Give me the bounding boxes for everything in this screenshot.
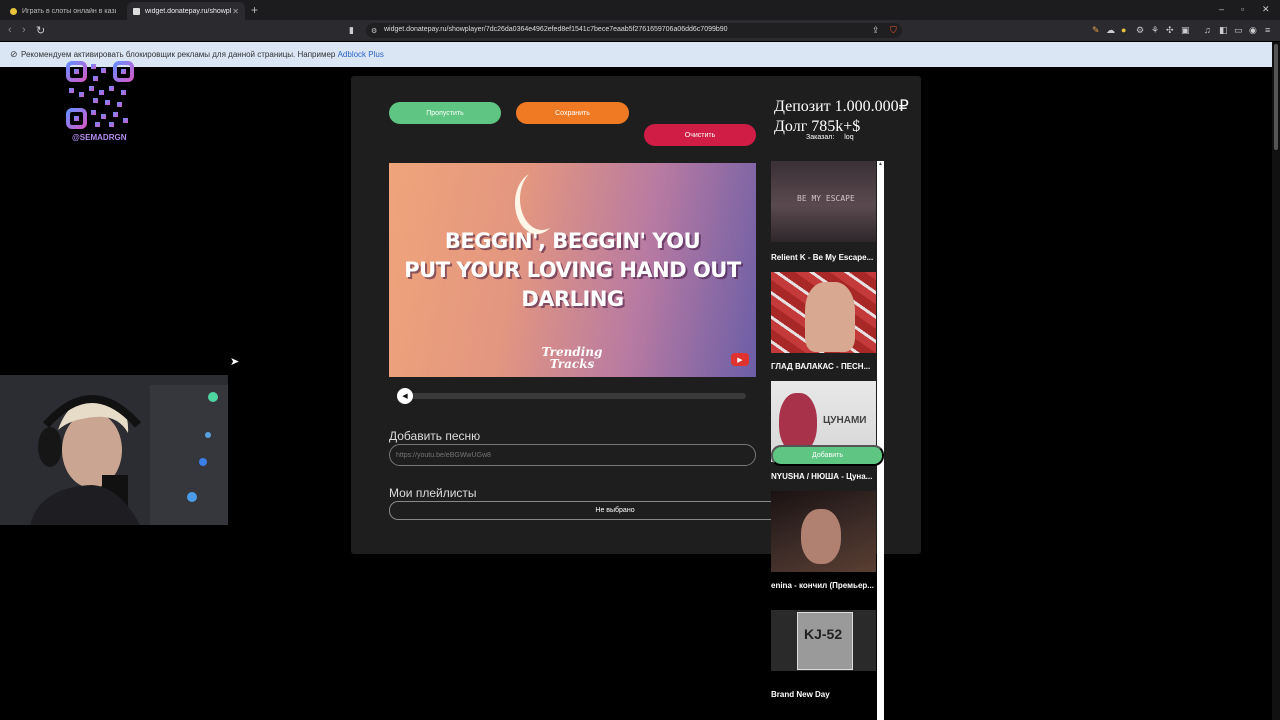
mouse-cursor-icon: ➤ bbox=[230, 356, 240, 368]
music-icon[interactable]: ♫ bbox=[1204, 25, 1211, 35]
suggestion-thumbnail bbox=[771, 272, 876, 353]
tab-widget[interactable]: widget.donatepay.ru/showpl ✕ bbox=[127, 2, 245, 20]
webcam-feed bbox=[0, 375, 228, 525]
qr-label: @SEMADRGN bbox=[72, 133, 127, 142]
adblock-infobar: ⊘ Рекомендуем активировать блокировщик р… bbox=[0, 42, 1272, 67]
suggestion-title[interactable]: Brand New Day bbox=[771, 690, 877, 699]
youtube-play-icon[interactable]: ▶ bbox=[731, 353, 749, 366]
save-button[interactable]: Сохранить bbox=[516, 102, 629, 124]
extension-icon[interactable]: ● bbox=[1121, 25, 1126, 35]
share-icon[interactable]: ⇪ bbox=[872, 25, 880, 36]
adblock-link[interactable]: Adblock Plus bbox=[338, 50, 384, 59]
thumb-text: BE MY ESCAPE bbox=[797, 194, 855, 203]
ordered-user: loq bbox=[844, 134, 854, 141]
ordered-by: Заказал: loq bbox=[806, 134, 854, 141]
deposit-text: Депозит 1.000.000₽ bbox=[774, 98, 909, 115]
scroll-up-icon[interactable]: ▲ bbox=[878, 161, 883, 167]
thumb-text: ЦУНАМИ bbox=[823, 415, 867, 426]
ordered-label: Заказал: bbox=[806, 134, 835, 141]
infobar-message: Рекомендуем активировать блокировщик рек… bbox=[21, 50, 338, 59]
extension-icon[interactable]: ✎ bbox=[1092, 25, 1100, 36]
minimize-button[interactable]: – bbox=[1219, 4, 1224, 14]
tab-casino[interactable]: Играть в слоты онлайн в казино Дэ bbox=[4, 2, 122, 20]
suggestion-title[interactable]: enina - кончил (Премьер... bbox=[771, 581, 877, 590]
suggestion-item[interactable] bbox=[771, 491, 876, 572]
forward-icon[interactable]: › bbox=[22, 24, 26, 36]
suggestions-scrollbar[interactable]: ▲ bbox=[877, 161, 884, 720]
menu-icon[interactable]: ≡ bbox=[1265, 25, 1270, 35]
extension-icon[interactable]: ⚘ bbox=[1151, 25, 1159, 36]
brand-line: Tracks bbox=[549, 357, 595, 371]
suggestion-thumbnail: KJ-52 bbox=[771, 610, 876, 671]
suggestion-title[interactable]: ГЛАД ВАЛАКАС - ПЕСН... bbox=[771, 362, 877, 371]
site-info-icon[interactable]: ⚙ bbox=[371, 27, 377, 35]
back-icon[interactable]: ‹ bbox=[8, 24, 12, 36]
brave-shield-icon[interactable]: ⛉ bbox=[890, 25, 897, 36]
page-scrollbar-thumb[interactable] bbox=[1274, 44, 1278, 150]
skip-button[interactable]: Пропустить bbox=[389, 102, 501, 124]
bookmark-icon[interactable]: ▮ bbox=[349, 25, 354, 36]
sidebar-icon[interactable]: ◧ bbox=[1219, 25, 1228, 36]
maximize-button[interactable]: ▫ bbox=[1241, 4, 1244, 14]
suggestion-item[interactable]: BE MY ESCAPE bbox=[771, 161, 876, 242]
add-button[interactable]: Добавить bbox=[771, 445, 884, 466]
suggestion-thumbnail bbox=[771, 491, 876, 572]
lyric-line: BEGGIN', BEGGIN' YOU bbox=[444, 229, 701, 253]
tab-title: Играть в слоты онлайн в казино Дэ bbox=[22, 7, 116, 15]
suggestion-title[interactable]: Relient K - Be My Escape... bbox=[771, 253, 877, 262]
moon-graphic bbox=[520, 168, 564, 230]
progress-handle-icon[interactable]: ◀ bbox=[397, 388, 413, 404]
song-url-input[interactable] bbox=[389, 444, 756, 466]
tab-favicon-icon bbox=[133, 7, 140, 15]
suggestion-item[interactable] bbox=[771, 272, 876, 353]
wallet-icon[interactable]: ▭ bbox=[1234, 25, 1243, 36]
extension-icon[interactable]: ▣ bbox=[1181, 25, 1190, 36]
progress-bar[interactable] bbox=[405, 393, 746, 399]
extension-icon[interactable]: ⚙ bbox=[1136, 25, 1144, 36]
new-tab-button[interactable]: + bbox=[251, 3, 258, 17]
tab-favicon-icon bbox=[10, 7, 17, 15]
clear-button[interactable]: Очистить bbox=[644, 124, 756, 146]
suggestion-thumbnail: BE MY ESCAPE bbox=[771, 161, 876, 242]
tab-title: widget.donatepay.ru/showpl bbox=[145, 7, 232, 15]
blocked-icon: ⊘ bbox=[10, 49, 18, 59]
close-tab-icon[interactable]: ✕ bbox=[232, 7, 239, 16]
profile-icon[interactable]: ◉ bbox=[1249, 25, 1257, 36]
reload-icon[interactable]: ↻ bbox=[36, 24, 45, 37]
streamer-image bbox=[0, 375, 228, 525]
extensions-puzzle-icon[interactable]: ✣ bbox=[1166, 25, 1174, 36]
playlist-selected: Не выбрано bbox=[595, 507, 635, 514]
url-text: widget.donatepay.ru/showplayer/7dc26da03… bbox=[384, 26, 728, 33]
video-brand: Trending Tracks bbox=[537, 346, 607, 370]
thumb-text: KJ-52 bbox=[804, 626, 843, 642]
add-song-label: Добавить песню bbox=[389, 429, 481, 443]
qr-code bbox=[66, 61, 134, 129]
playlists-label: Мои плейлисты bbox=[389, 486, 477, 500]
lyric-line: DARLING bbox=[521, 287, 624, 311]
close-window-button[interactable]: ✕ bbox=[1262, 4, 1270, 15]
extension-icon[interactable]: ☁ bbox=[1106, 25, 1115, 36]
lyric-line: PUT YOUR LOVING HAND OUT bbox=[404, 258, 741, 282]
suggestion-item[interactable]: KJ-52 bbox=[771, 610, 876, 671]
suggestion-title[interactable]: NYUSHA / НЮША - Цуна... bbox=[771, 472, 877, 481]
